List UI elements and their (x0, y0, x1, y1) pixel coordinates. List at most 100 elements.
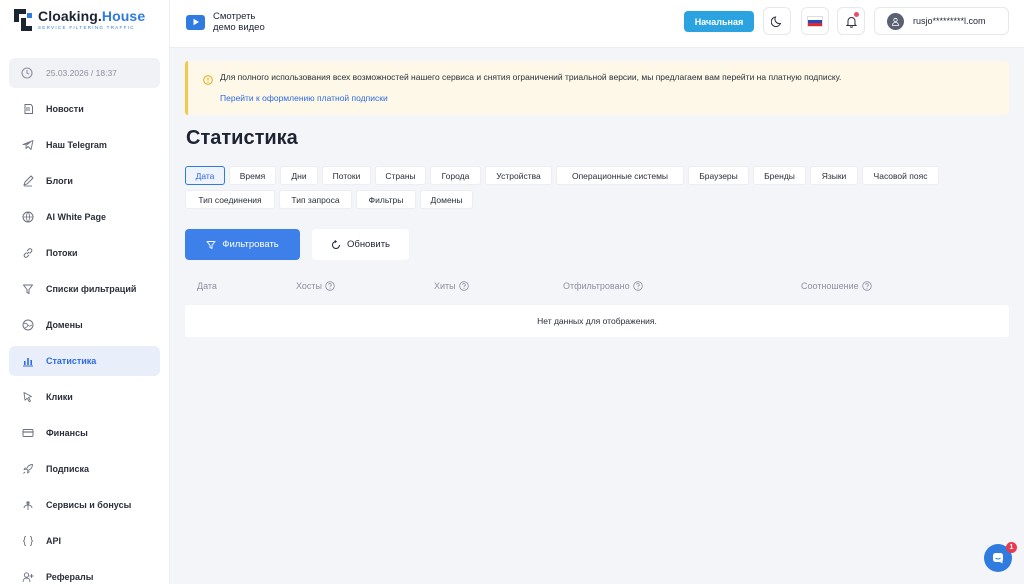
tab-request-type[interactable]: Тип запроса (279, 190, 352, 209)
sidebar-item-label: Списки фильтраций (46, 284, 137, 294)
column-ratio[interactable]: Соотношение (801, 281, 872, 291)
tab-cities[interactable]: Города (430, 166, 481, 185)
datetime-display: 25.03.2026 / 18:37 (9, 58, 160, 88)
telegram-icon (21, 139, 34, 152)
sidebar-item-label: Подписка (46, 464, 90, 474)
russia-flag-icon (807, 15, 823, 27)
refresh-icon (331, 239, 341, 250)
tab-domains[interactable]: Домены (420, 190, 473, 209)
user-menu[interactable]: rusjo*********l.com (874, 7, 1009, 35)
card-icon (21, 427, 34, 440)
sidebar-item-blogs[interactable]: Блоги (9, 166, 160, 196)
sidebar-item-telegram[interactable]: Наш Telegram (9, 130, 160, 160)
sidebar-item-label: API (46, 536, 62, 546)
tab-browsers[interactable]: Браузеры (688, 166, 749, 185)
play-icon (186, 14, 205, 30)
sidebar-item-flows[interactable]: Потоки (9, 238, 160, 268)
sidebar-item-label: Клики (46, 392, 73, 402)
chat-unread-badge: 1 (1006, 542, 1017, 553)
demo-video-link[interactable]: Смотреть демо видео (186, 11, 265, 33)
brand-tagline: SERVICE FILTERING TRAFFIC (38, 25, 135, 30)
top-header: Смотреть демо видео Начальная rusjo*****… (170, 0, 1024, 48)
tab-languages[interactable]: Языки (810, 166, 858, 185)
cursor-icon (21, 391, 34, 404)
tab-countries[interactable]: Страны (375, 166, 426, 185)
trial-alert: Для полного использования всех возможнос… (185, 61, 1009, 115)
language-button[interactable] (801, 7, 829, 35)
column-date[interactable]: Дата (197, 281, 217, 291)
empty-table-message: Нет данных для отображения. (185, 305, 1009, 337)
sidebar-nav: Новости Наш Telegram Блоги AI White Page… (9, 94, 160, 584)
warning-icon (203, 72, 213, 90)
sidebar-item-referrals[interactable]: Рефералы (9, 562, 160, 584)
tab-days[interactable]: Дни (280, 166, 318, 185)
sidebar-item-domains[interactable]: Домены (9, 310, 160, 340)
tab-flows[interactable]: Потоки (322, 166, 371, 185)
sidebar-item-services-bonuses[interactable]: Сервисы и бонусы (9, 490, 160, 520)
sidebar: Cloaking.House SERVICE FILTERING TRAFFIC… (0, 0, 170, 584)
sidebar-item-label: Новости (46, 104, 84, 114)
filter-icon (21, 283, 34, 296)
sidebar-item-label: Сервисы и бонусы (46, 500, 132, 510)
help-icon[interactable] (632, 281, 643, 291)
rocket-icon (21, 463, 34, 476)
page-title: Статистика (186, 127, 298, 149)
moon-icon (770, 15, 784, 28)
filter-button[interactable]: Фильтровать (185, 229, 300, 260)
sidebar-item-news[interactable]: Новости (9, 94, 160, 124)
globe-icon (21, 211, 34, 224)
sidebar-item-api[interactable]: API (9, 526, 160, 556)
refresh-button[interactable]: Обновить (312, 229, 409, 260)
sidebar-item-label: Потоки (46, 248, 78, 258)
column-filtered[interactable]: Отфильтровано (563, 281, 643, 291)
braces-icon (21, 535, 34, 548)
sidebar-item-statistics[interactable]: Статистика (9, 346, 160, 376)
column-hits[interactable]: Хиты (434, 281, 469, 291)
sidebar-item-label: Финансы (46, 428, 88, 438)
logo-icon (14, 9, 32, 31)
demo-line-2: демо видео (213, 22, 265, 33)
tab-time[interactable]: Время (229, 166, 276, 185)
user-email: rusjo*********l.com (913, 16, 986, 26)
sidebar-item-clicks[interactable]: Клики (9, 382, 160, 412)
news-icon (21, 103, 34, 116)
filter-icon (206, 240, 216, 250)
globe-icon (21, 319, 34, 332)
tab-devices[interactable]: Устройства (485, 166, 552, 185)
notification-dot (854, 12, 859, 17)
tab-filters[interactable]: Фильтры (356, 190, 416, 209)
stats-table-header: Дата Хосты Хиты Отфильтровано Соотношени… (185, 276, 1009, 298)
clock-icon (21, 67, 33, 79)
notifications-button[interactable] (837, 7, 865, 35)
user-plus-icon (21, 571, 34, 584)
link-icon (21, 247, 34, 260)
sidebar-item-subscription[interactable]: Подписка (9, 454, 160, 484)
demo-line-1: Смотреть (213, 11, 256, 22)
sidebar-item-label: Рефералы (46, 572, 94, 582)
alert-message: Для полного использования всех возможнос… (220, 72, 842, 82)
sidebar-item-ai-white-page[interactable]: AI White Page (9, 202, 160, 232)
help-icon[interactable] (458, 281, 469, 291)
sidebar-item-label: Блоги (46, 176, 73, 186)
tariff-button[interactable]: Начальная (684, 11, 754, 32)
brand-logo[interactable]: Cloaking.House SERVICE FILTERING TRAFFIC (14, 9, 145, 31)
tab-connection-type[interactable]: Тип соединения (185, 190, 275, 209)
column-hosts[interactable]: Хосты (296, 281, 335, 291)
gift-icon (21, 499, 34, 512)
tab-brands[interactable]: Бренды (753, 166, 806, 185)
theme-toggle-button[interactable] (763, 7, 791, 35)
upgrade-link[interactable]: Перейти к оформлению платной подписки (220, 93, 388, 103)
sidebar-item-label: Домены (46, 320, 83, 330)
pencil-icon (21, 175, 34, 188)
sidebar-item-finance[interactable]: Финансы (9, 418, 160, 448)
tab-operating-systems[interactable]: Операционные системы (556, 166, 684, 185)
sidebar-item-filter-lists[interactable]: Списки фильтраций (9, 274, 160, 304)
datetime-text: 25.03.2026 / 18:37 (46, 68, 117, 78)
help-icon[interactable] (861, 281, 872, 291)
tab-date[interactable]: Дата (185, 166, 225, 185)
tab-timezone[interactable]: Часовой пояс (862, 166, 939, 185)
sidebar-item-label: Статистика (46, 356, 97, 366)
help-icon[interactable] (325, 281, 335, 291)
chat-icon (991, 551, 1005, 565)
refresh-button-label: Обновить (346, 239, 390, 250)
